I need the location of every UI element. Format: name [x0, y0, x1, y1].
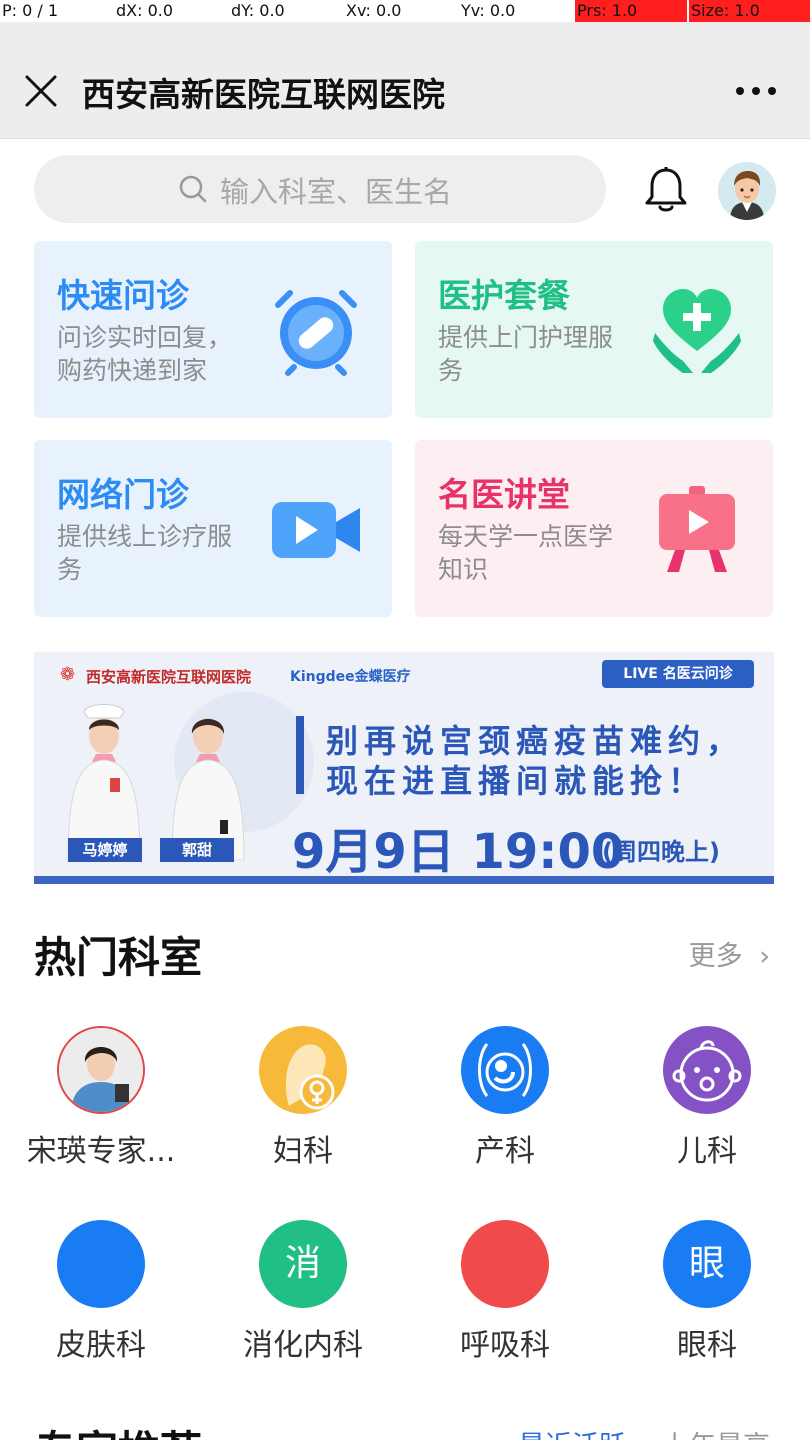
doctor-lecture-card[interactable]: 名医讲堂 每天学一点医学知识: [415, 440, 773, 617]
card-title: 医护套餐: [438, 276, 570, 315]
card-title: 名医讲堂: [438, 475, 570, 514]
nurse-name-tag: 郭甜: [160, 838, 234, 862]
debug-dy: dY: 0.0: [231, 1, 285, 20]
debug-yv: Yv: 0.0: [461, 1, 516, 20]
baby-face-icon: [663, 1026, 751, 1114]
banner-accent-bar: [296, 716, 304, 794]
more-dot-icon: [752, 87, 760, 95]
dept-label: 妇科: [273, 1134, 333, 1169]
user-avatar[interactable]: [718, 162, 776, 220]
video-camera-icon: [272, 502, 360, 558]
nurse-figure: [171, 718, 245, 860]
alarm-pill-icon: [275, 290, 357, 376]
search-placeholder: 输入科室、医生名: [220, 175, 453, 209]
nurse-figure: [67, 704, 141, 860]
dept-label: 宋瑛专家...: [26, 1134, 176, 1169]
card-subtitle: 问诊实时回复，购药快递到家: [57, 323, 233, 385]
hot-departments-title: 热门科室: [34, 933, 203, 982]
search-icon: [179, 175, 207, 203]
live-broadcast-banner[interactable]: ❁ 西安高新医院互联网医院 Kingdee金蝶医疗 LIVE 名医云问诊 马婷婷…: [34, 652, 774, 884]
banner-weekday: (周四晚上): [602, 838, 720, 866]
chevron-right-icon: ›: [759, 941, 770, 972]
nurse-name-tag: 马婷婷: [68, 838, 142, 862]
notification-button[interactable]: [644, 166, 688, 214]
respiratory-icon: [461, 1220, 549, 1308]
dermatology-icon: [57, 1220, 145, 1308]
debug-dx: dX: 0.0: [116, 1, 174, 20]
close-button[interactable]: [24, 74, 58, 108]
pregnancy-icon: [461, 1026, 549, 1114]
close-icon: [25, 75, 57, 107]
debug-overlay-bar: P: 0 / 1 dX: 0.0 dY: 0.0 Xv: 0.0 Yv: 0.0…: [0, 0, 810, 22]
dept-label: 产科: [475, 1134, 535, 1169]
quick-consult-card[interactable]: 快速问诊 问诊实时回复，购药快递到家: [34, 241, 392, 418]
dept-label: 儿科: [677, 1134, 737, 1169]
dept-gastroenterology[interactable]: 消 消化内科: [203, 1220, 403, 1364]
title-bar: 西安高新医院互联网医院: [0, 22, 810, 139]
more-departments-link[interactable]: 更多 ›: [689, 934, 770, 973]
card-title: 快速问诊: [57, 276, 189, 315]
more-dot-icon: [736, 87, 744, 95]
app-page: P: 0 / 1 dX: 0.0 dY: 0.0 Xv: 0.0 Yv: 0.0…: [0, 0, 810, 1440]
dept-label: 眼科: [677, 1328, 737, 1363]
eye-glyph-icon: 眼: [663, 1220, 751, 1308]
debug-pointer: P: 0 / 1: [2, 1, 59, 20]
heart-hands-icon: [653, 289, 741, 373]
dept-dermatology[interactable]: 皮肤科: [1, 1220, 201, 1364]
dept-respiratory[interactable]: 呼吸科: [405, 1220, 605, 1364]
tab-recent-active[interactable]: 最近活跃: [518, 1424, 626, 1440]
card-subtitle: 每天学一点医学知识: [438, 522, 614, 584]
banner-date: 9月9日 19:00: [292, 824, 625, 880]
care-package-card[interactable]: 医护套餐 提供上门护理服务: [415, 241, 773, 418]
dept-ophthalmology[interactable]: 眼 眼科: [607, 1220, 807, 1364]
debug-xv: Xv: 0.0: [346, 1, 402, 20]
online-clinic-card[interactable]: 网络门诊 提供线上诊疗服务: [34, 440, 392, 617]
female-head-icon: [259, 1026, 347, 1114]
dept-obstetrics[interactable]: 产科: [405, 1026, 605, 1170]
dept-pediatrics[interactable]: 儿科: [607, 1026, 807, 1170]
more-menu-button[interactable]: [736, 84, 776, 98]
debug-pressure: Prs: 1.0: [575, 0, 687, 22]
more-label: 更多: [688, 941, 743, 972]
doctor-photo-icon: [57, 1026, 145, 1114]
lecture-easel-icon: [659, 486, 735, 572]
banner-headline-2: 现在进直播间就能抢！: [326, 762, 707, 800]
dept-label: 消化内科: [243, 1328, 363, 1363]
card-subtitle: 提供线上诊疗服务: [57, 522, 233, 584]
live-badge: LIVE 名医云问诊: [602, 660, 754, 688]
card-subtitle: 提供上门护理服务: [438, 323, 614, 385]
hospital-logo-icon: ❁: [60, 664, 76, 685]
bell-icon: [645, 167, 687, 212]
dept-gynecology[interactable]: 妇科: [203, 1026, 403, 1170]
banner-hospital-name: 西安高新医院互联网医院: [86, 668, 252, 686]
avatar-icon: [718, 162, 776, 220]
gastro-glyph-icon: 消: [259, 1220, 347, 1308]
expert-recommend-title: 专家推荐: [34, 1418, 202, 1440]
page-title: 西安高新医院互联网医院: [82, 75, 445, 114]
dept-label: 呼吸科: [460, 1328, 550, 1363]
tab-last-year-top[interactable]: 上年最高: [662, 1424, 770, 1440]
more-dot-icon: [768, 87, 776, 95]
dept-label: 皮肤科: [56, 1328, 146, 1363]
search-input[interactable]: 输入科室、医生名: [34, 155, 606, 223]
debug-size: Size: 1.0: [689, 0, 810, 22]
banner-partner: Kingdee金蝶医疗: [290, 669, 411, 685]
dept-song-ying-expert[interactable]: 宋瑛专家...: [1, 1026, 201, 1170]
card-title: 网络门诊: [57, 475, 189, 514]
